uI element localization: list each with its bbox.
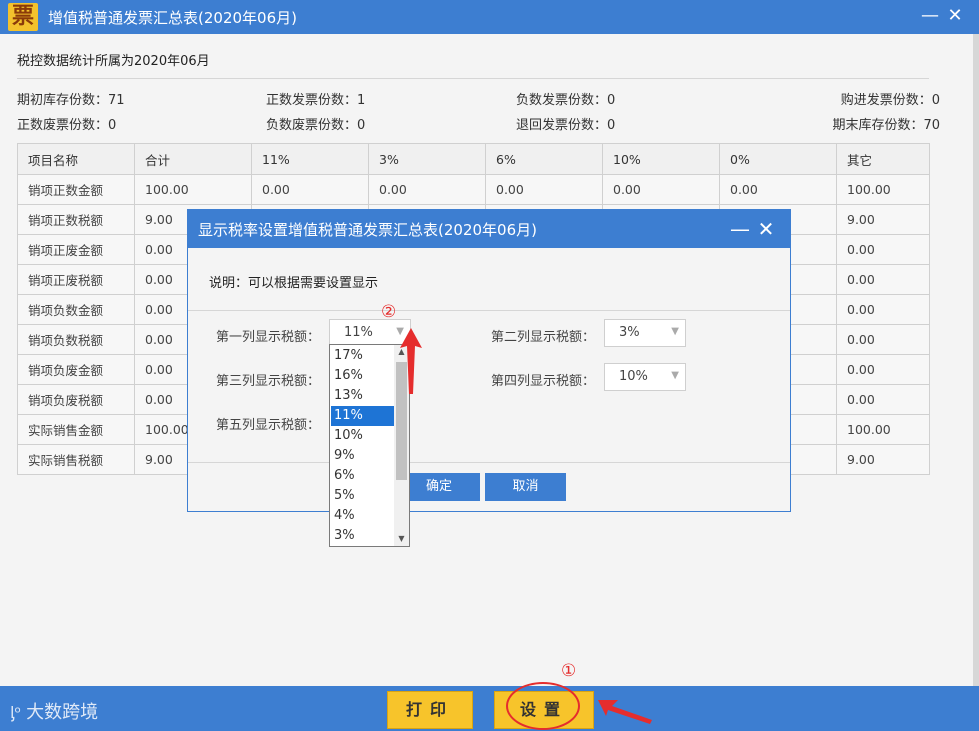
table-cell: 100.00 <box>836 414 930 445</box>
chevron-down-icon: ▼ <box>671 370 679 381</box>
table-cell: 9.00 <box>836 444 930 475</box>
table-cell: 0.00 <box>719 174 837 205</box>
stat-negative-void: 负数废票份数：0 <box>266 118 366 133</box>
dialog-close-button[interactable]: ✕ <box>755 218 777 240</box>
table-cell: 0.00 <box>368 174 486 205</box>
col4-rate-select[interactable]: 10% ▼ <box>604 363 686 391</box>
dropdown-option[interactable]: 10% <box>331 426 395 446</box>
column-header: 3% <box>368 143 486 175</box>
col1-label: 第一列显示税额： <box>216 330 321 345</box>
brand-text: 大数跨境 <box>26 702 99 723</box>
row-label-cell: 销项负数金额 <box>17 294 135 325</box>
col4-rate-value: 10% <box>619 369 648 384</box>
column-header: 项目名称 <box>17 143 135 175</box>
table-cell: 0.00 <box>836 234 930 265</box>
row-label-cell: 销项负数税额 <box>17 324 135 355</box>
table-cell: 0.00 <box>836 324 930 355</box>
divider <box>188 462 790 463</box>
title-bar: 票 增值税普通发票汇总表(2020年06月) — ✕ <box>0 0 979 34</box>
table-cell: 100.00 <box>134 174 252 205</box>
window-scrollbar[interactable] <box>973 34 979 688</box>
tax-rate-settings-dialog: 显示税率设置增值税普通发票汇总表(2020年06月) — ✕ 说明：可以根据需要… <box>187 209 791 512</box>
cancel-button[interactable]: 取消 <box>485 473 566 501</box>
stat-closing-stock: 期末库存份数：70 <box>832 118 940 133</box>
table-cell: 0.00 <box>836 384 930 415</box>
row-label-cell: 销项负废税额 <box>17 384 135 415</box>
step-marker-2: ② <box>381 302 397 322</box>
period-subtitle: 税控数据统计所属为2020年06月 <box>17 54 210 69</box>
dropdown-option[interactable]: 16% <box>331 366 395 386</box>
arrow-to-dropdown-icon <box>400 328 422 394</box>
brand-watermark: ᶅᵒ 大数跨境 <box>10 698 98 724</box>
table-row: 销项正数金额 100.00 0.00 0.00 0.00 0.00 0.00 100.00 <box>17 174 930 205</box>
app-logo: 票 <box>8 3 38 31</box>
stat-purchased-invoices: 购进发票份数：0 <box>840 93 940 108</box>
dropdown-option[interactable]: 13% <box>331 386 395 406</box>
col4-label: 第四列显示税额： <box>491 374 596 389</box>
table-cell: 0.00 <box>251 174 369 205</box>
row-label-cell: 实际销售金额 <box>17 414 135 445</box>
row-label-cell: 销项正废税额 <box>17 264 135 295</box>
table-cell: 0.00 <box>836 354 930 385</box>
dialog-title: 显示税率设置增值税普通发票汇总表(2020年06月) <box>198 221 537 239</box>
table-cell: 0.00 <box>485 174 603 205</box>
table-cell: 0.00 <box>836 264 930 295</box>
dropdown-option[interactable]: 3% <box>331 526 395 546</box>
stat-returned-invoices: 退回发票份数：0 <box>516 118 616 133</box>
dropdown-option[interactable]: 17% <box>331 346 395 366</box>
col2-label: 第二列显示税额： <box>491 330 596 345</box>
dropdown-option[interactable]: 6% <box>331 466 395 486</box>
arrow-to-settings-icon <box>598 700 652 724</box>
ok-button[interactable]: 确定 <box>398 473 480 501</box>
table-cell: 0.00 <box>836 294 930 325</box>
bottom-bar <box>0 686 979 731</box>
row-label-cell: 销项正数税额 <box>17 204 135 235</box>
dropdown-option[interactable]: 5% <box>331 486 395 506</box>
scroll-down-icon[interactable]: ▼ <box>394 532 409 546</box>
dropdown-option[interactable]: 9% <box>331 446 395 466</box>
highlight-ellipse <box>506 682 580 730</box>
window-title: 增值税普通发票汇总表(2020年06月) <box>48 9 297 27</box>
print-button[interactable]: 打印 <box>387 691 473 729</box>
stat-positive-void: 正数废票份数：0 <box>17 118 117 133</box>
dialog-minimize-button[interactable]: — <box>729 218 751 240</box>
divider <box>188 310 790 311</box>
table-cell: 9.00 <box>836 204 930 235</box>
column-header: 11% <box>251 143 369 175</box>
dialog-header: 显示税率设置增值税普通发票汇总表(2020年06月) — ✕ <box>188 210 790 248</box>
column-header: 0% <box>719 143 837 175</box>
stat-positive-invoices: 正数发票份数：1 <box>266 93 366 108</box>
col2-rate-value: 3% <box>619 325 640 340</box>
column-header: 合计 <box>134 143 252 175</box>
step-marker-1: ① <box>561 661 577 681</box>
chevron-down-icon: ▼ <box>671 326 679 337</box>
col1-rate-value: 11% <box>344 325 373 340</box>
row-label-cell: 销项正废金额 <box>17 234 135 265</box>
stat-negative-invoices: 负数发票份数：0 <box>516 93 616 108</box>
close-button[interactable]: ✕ <box>944 5 966 27</box>
col5-label: 第五列显示税额： <box>216 418 321 433</box>
column-header: 6% <box>485 143 603 175</box>
dialog-note: 说明：可以根据需要设置显示 <box>209 276 379 291</box>
row-label-cell: 销项正数金额 <box>17 174 135 205</box>
minimize-button[interactable]: — <box>919 5 941 27</box>
table-cell: 0.00 <box>602 174 720 205</box>
col3-label: 第三列显示税额： <box>216 374 321 389</box>
brand-icon: ᶅᵒ <box>10 703 27 722</box>
stat-opening-stock: 期初库存份数：71 <box>17 93 125 108</box>
row-label-cell: 销项负废金额 <box>17 354 135 385</box>
dropdown-option[interactable]: 11% <box>331 406 395 426</box>
divider <box>17 78 929 79</box>
row-label-cell: 实际销售税额 <box>17 444 135 475</box>
column-header: 10% <box>602 143 720 175</box>
table-cell: 100.00 <box>836 174 930 205</box>
column-header: 其它 <box>836 143 930 175</box>
dropdown-option[interactable]: 4% <box>331 506 395 526</box>
table-header-row: 项目名称 合计 11% 3% 6% 10% 0% 其它 <box>17 143 930 175</box>
col2-rate-select[interactable]: 3% ▼ <box>604 319 686 347</box>
